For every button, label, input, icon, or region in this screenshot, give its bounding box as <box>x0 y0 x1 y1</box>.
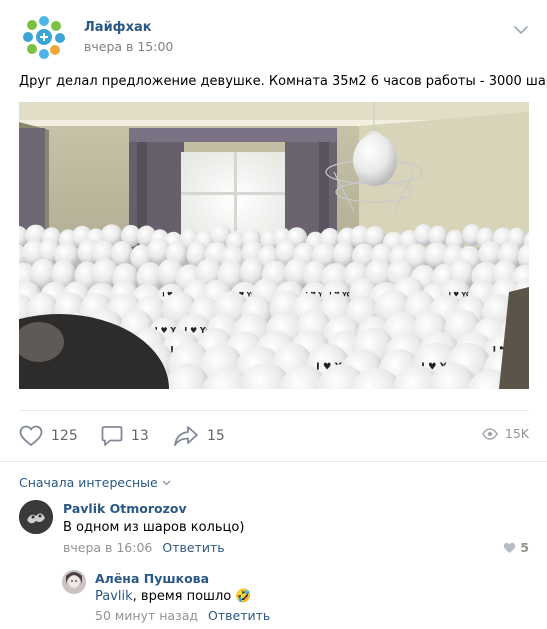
comment-text: В одном из шаров кольцо) <box>63 520 245 535</box>
share-count: 15 <box>207 428 225 444</box>
chevron-down-icon <box>162 480 171 485</box>
reply-time[interactable]: 50 минут назад <box>95 608 198 623</box>
like-button[interactable]: 125 <box>19 425 78 447</box>
post-text: Друг делал предложение девушке. Комната … <box>19 74 547 89</box>
reply-author-avatar-image <box>62 570 86 594</box>
heart-icon <box>504 542 516 553</box>
post-photo[interactable]: I ♥ YOU I ♥ YOU I ♥ YOU I ♥ YOU I ♥ YOU I ♥ Y… <box>19 102 529 389</box>
laughing-emoji-icon: 🤣 <box>235 589 252 604</box>
reply-meta: 50 минут назад Ответить <box>95 608 270 623</box>
group-logo-icon <box>20 13 68 61</box>
avatar[interactable] <box>19 500 53 534</box>
eye-icon <box>482 427 498 440</box>
post-header: Лайфхак вчера в 15:00 <box>19 12 529 62</box>
share-icon <box>174 426 198 446</box>
share-button[interactable]: 15 <box>173 425 225 447</box>
views-counter: 15K <box>482 426 529 441</box>
sort-label: Сначала интересные <box>19 475 158 490</box>
group-name[interactable]: Лайфхак <box>84 20 152 35</box>
room-with-balloons-image: I ♥ YOU I ♥ YOUI ♥ YOU I ♥ YOUI ♥ YOUI ♥ Y… <box>19 102 529 389</box>
commenter-avatar-image <box>19 500 53 534</box>
reply-button[interactable]: Ответить <box>208 608 270 623</box>
comment-button[interactable]: 13 <box>101 425 149 447</box>
comment-reply: Алёна Пушкова Pavlik, время пошло 🤣 50 м… <box>62 570 529 626</box>
comment-meta: вчера в 16:06 Ответить <box>63 540 225 555</box>
comment: Pavlik Otmorozov В одном из шаров кольцо… <box>19 500 529 560</box>
group-avatar[interactable] <box>19 12 69 62</box>
post-actions-bar: 125 13 15 15K <box>19 410 529 460</box>
comment-author[interactable]: Pavlik Otmorozov <box>63 501 187 516</box>
chevron-down-icon[interactable] <box>513 24 529 36</box>
like-count: 125 <box>51 428 78 444</box>
reply-text: Pavlik, время пошло 🤣 <box>95 589 252 604</box>
reply-mention-link[interactable]: Pavlik <box>95 589 133 604</box>
avatar[interactable] <box>62 570 86 594</box>
comment-like-button[interactable]: 5 <box>503 540 529 555</box>
comment-like-count: 5 <box>520 540 529 555</box>
post-time[interactable]: вчера в 15:00 <box>84 39 173 54</box>
reply-author[interactable]: Алёна Пушкова <box>95 571 209 586</box>
heart-icon <box>19 425 43 447</box>
views-count: 15K <box>504 426 529 441</box>
comments-divider <box>0 461 547 462</box>
reply-text-body: , время пошло <box>132 589 232 604</box>
comment-time[interactable]: вчера в 16:06 <box>63 540 152 555</box>
reply-button[interactable]: Ответить <box>162 540 224 555</box>
comment-count: 13 <box>131 428 149 444</box>
comment-icon <box>101 426 123 446</box>
comments-sort-toggle[interactable]: Сначала интересные <box>19 475 171 490</box>
